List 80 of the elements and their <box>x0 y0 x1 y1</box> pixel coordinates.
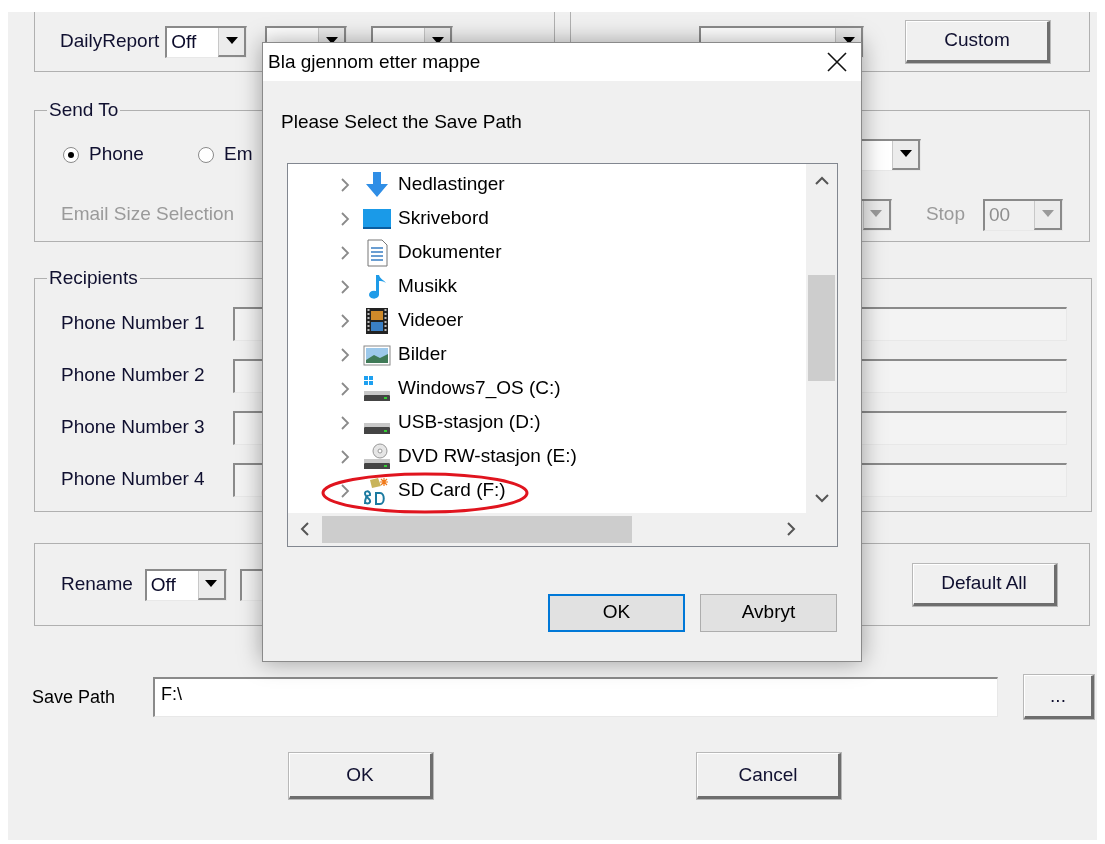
dialog-title: Bla gjennom etter mappe <box>268 49 481 74</box>
chevron-right-icon[interactable] <box>340 346 350 363</box>
tree-item[interactable]: Skrivebord <box>288 201 806 236</box>
scrollbar-thumb[interactable] <box>808 274 835 381</box>
ok-button[interactable]: OK <box>548 593 685 632</box>
chevron-right-icon[interactable] <box>340 414 350 431</box>
cancel-button[interactable]: Cancel <box>697 753 841 799</box>
tree-item-label: Windows7_OS (C:) <box>398 376 561 401</box>
tree-item-label: USB-stasjon (D:) <box>398 410 541 435</box>
caret-down-icon <box>205 580 218 588</box>
tree-item-label: Videoer <box>398 308 464 333</box>
tree-item-label: Bilder <box>398 342 447 367</box>
tree-item[interactable]: Dokumenter <box>288 235 806 270</box>
tree-item-label: Nedlastinger <box>398 172 505 197</box>
daily-report-label: DailyReport <box>60 29 160 54</box>
group-title: Recipients <box>48 266 139 290</box>
tree-item[interactable]: SD Card (F:) <box>288 473 806 508</box>
caret-down-icon <box>870 210 883 218</box>
radio-label: Em <box>223 142 253 167</box>
scroll-down-icon[interactable] <box>814 492 829 503</box>
rename-label: Rename <box>61 572 133 597</box>
chevron-right-icon[interactable] <box>340 448 350 465</box>
chevron-right-icon[interactable] <box>340 482 350 499</box>
tree-item-label: Skrivebord <box>398 206 489 231</box>
scroll-right-icon[interactable] <box>786 522 796 536</box>
caret-down-icon <box>225 37 238 45</box>
chevron-right-icon[interactable] <box>340 312 350 329</box>
phone-number-label: Phone Number 4 <box>61 467 206 492</box>
chevron-right-icon[interactable] <box>340 380 350 397</box>
scroll-up-icon[interactable] <box>814 175 829 186</box>
caret-down-icon <box>431 37 444 45</box>
tree-item-label: Musikk <box>398 274 458 299</box>
chevron-right-icon[interactable] <box>340 176 350 193</box>
caret-down-icon <box>1041 210 1054 218</box>
tree-item[interactable]: Bilder <box>288 337 806 372</box>
tree-item-label: Dokumenter <box>398 240 502 265</box>
save-path-label: Save Path <box>32 685 117 709</box>
tree-item-label: SD Card (F:) <box>398 478 506 503</box>
scroll-left-icon[interactable] <box>300 522 310 536</box>
tree-item-label: DVD RW-stasjon (E:) <box>398 444 577 469</box>
save-path-field[interactable]: F:\ <box>153 677 998 717</box>
chevron-right-icon[interactable] <box>340 210 350 227</box>
tree-item[interactable]: USB-stasjon (D:) <box>288 405 806 440</box>
chevron-right-icon[interactable] <box>340 278 350 295</box>
tree-item[interactable]: DVD RW-stasjon (E:) <box>288 439 806 474</box>
group-title: Send To <box>48 98 120 122</box>
tree-item[interactable]: Windows7_OS (C:) <box>288 371 806 406</box>
default-all-button[interactable]: Default All <box>913 563 1057 606</box>
custom-button[interactable]: Custom <box>906 20 1050 63</box>
tree-item[interactable]: Nedlastinger <box>288 167 806 202</box>
browse-button[interactable]: ... <box>1024 675 1094 719</box>
dialog-prompt: Please Select the Save Path <box>281 110 523 134</box>
cancel-button[interactable]: Avbryt <box>700 593 837 632</box>
phone-number-label: Phone Number 2 <box>61 363 206 388</box>
phone-number-label: Phone Number 3 <box>61 415 206 440</box>
dvd-drive-icon <box>362 441 392 472</box>
vertical-scrollbar[interactable] <box>806 163 837 513</box>
email-size-label: Email Size Selection <box>61 202 235 227</box>
dropdown-arrow-button[interactable] <box>218 27 247 57</box>
system-drive-icon <box>362 373 392 404</box>
dropdown-arrow-button[interactable] <box>197 570 226 600</box>
dropdown[interactable]: Off <box>165 25 248 58</box>
tree-item[interactable]: Musikk <box>288 269 806 304</box>
caret-down-icon <box>325 37 338 45</box>
close-icon[interactable] <box>827 52 847 72</box>
radio-button[interactable] <box>197 146 214 163</box>
caret-down-icon <box>842 37 855 45</box>
dropdown[interactable]: Off <box>144 568 227 601</box>
horizontal-scrollbar[interactable] <box>288 512 806 546</box>
tree-item[interactable]: Videoer <box>288 303 806 338</box>
radio-button[interactable] <box>63 146 79 163</box>
stop-label: Stop <box>925 202 965 227</box>
drive-icon <box>362 422 392 435</box>
dropdown-arrow-button[interactable] <box>892 140 920 170</box>
caret-down-icon <box>899 150 912 158</box>
scrollbar-thumb[interactable] <box>322 515 632 543</box>
phone-number-label: Phone Number 1 <box>61 311 206 336</box>
ok-button[interactable]: OK <box>289 753 433 799</box>
chevron-right-icon[interactable] <box>340 244 350 261</box>
radio-label: Phone <box>89 142 144 167</box>
